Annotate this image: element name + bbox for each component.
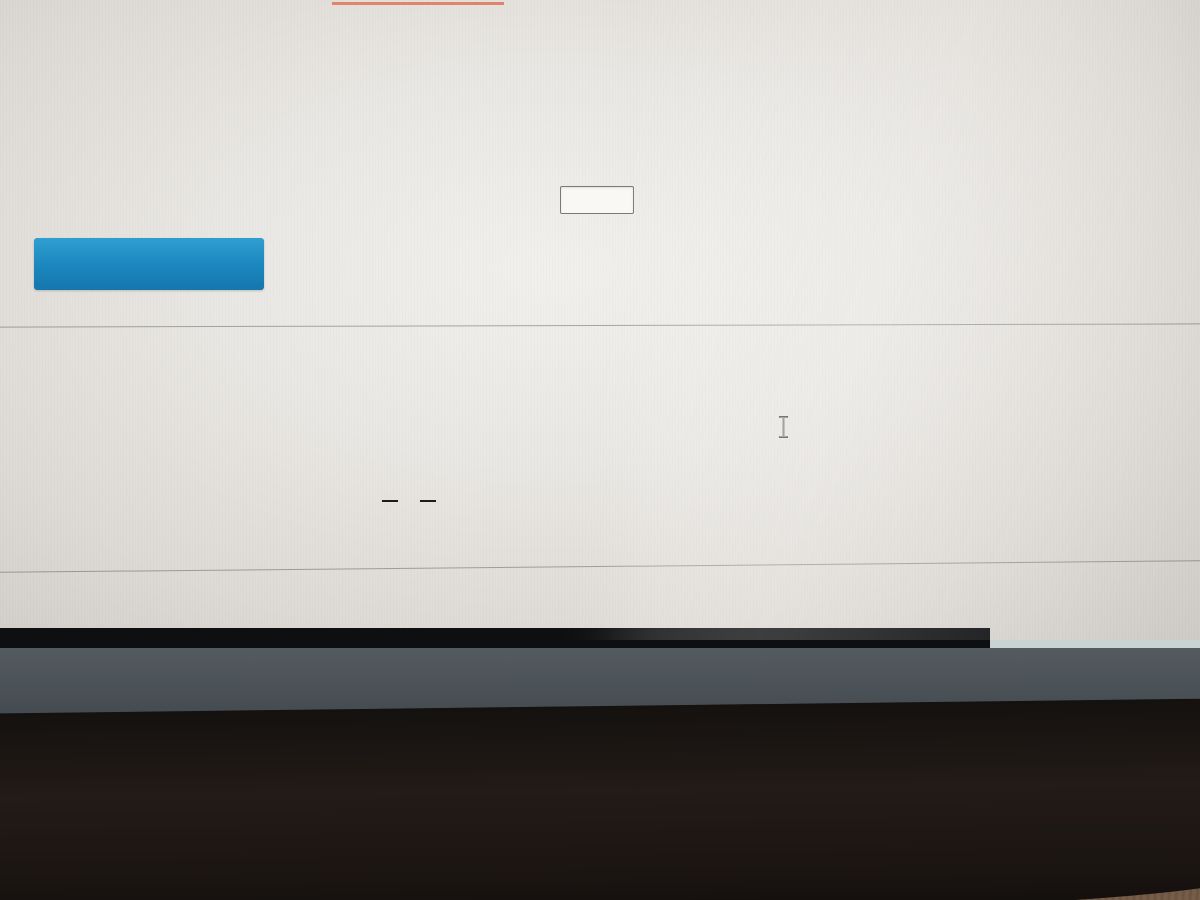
top-accent-rule [332,2,504,5]
explanation-text [22,366,1182,406]
worked-equation [360,498,458,505]
answer-row [560,186,640,214]
action-button-row [34,238,292,290]
photograph-of-laptop-screen [0,0,1200,900]
laptop-bezel [0,698,1200,900]
laptop-screen [0,0,1200,640]
section-divider-bottom [0,560,1200,573]
section-divider-top [0,323,1200,328]
equation-fraction-1 [382,498,398,505]
fraction-1-denominator [382,502,398,505]
answer-input[interactable] [560,186,634,214]
check-submit-answer-button[interactable] [34,238,264,290]
text-cursor-icon [779,416,788,438]
dock-shadow-strip [0,628,990,650]
equation-fraction-2 [420,498,436,505]
screen-glare [601,0,1199,640]
fraction-2-denominator [420,502,436,505]
